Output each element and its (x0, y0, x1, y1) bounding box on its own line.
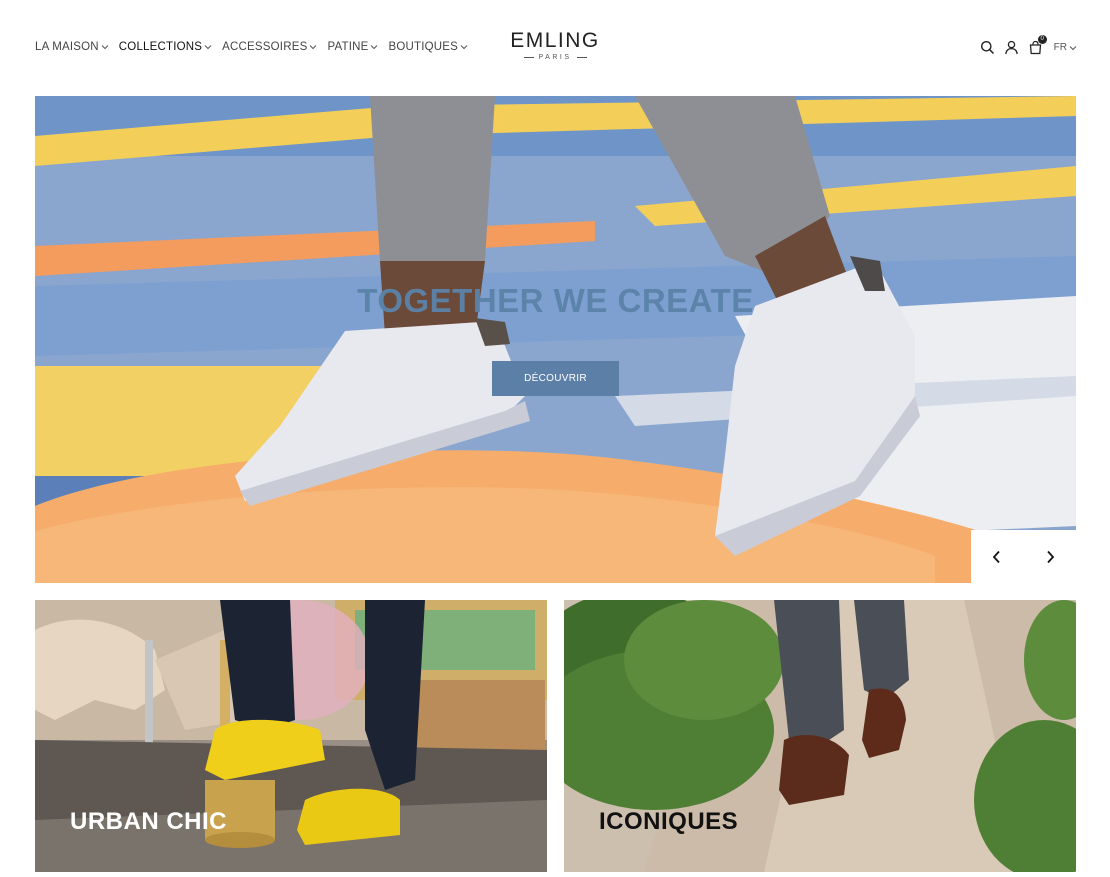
card-title-urban-chic: URBAN CHIC (70, 808, 227, 835)
site-header: LA MAISON COLLECTIONS ACCESSOIRES PATINE… (0, 0, 1110, 96)
chevron-down-icon (101, 45, 109, 50)
logo-wordmark: EMLING (510, 29, 600, 52)
collection-card-urban-chic[interactable]: URBAN CHIC (35, 600, 547, 872)
logo-sub-text: PARIS (538, 54, 572, 61)
nav-item-label: ACCESSOIRES (222, 41, 308, 53)
nav-item-patine[interactable]: PATINE (327, 41, 378, 53)
hero-title: TOGETHER WE CREATE (357, 282, 754, 319)
collection-card-iconiques[interactable]: ICONIQUES (564, 600, 1076, 872)
chevron-down-icon (371, 45, 378, 50)
nav-item-label: BOUTIQUES (388, 41, 458, 53)
chevron-right-icon[interactable] (1035, 542, 1065, 572)
chevron-down-icon (310, 45, 317, 50)
chevron-left-icon[interactable] (982, 542, 1012, 572)
hero-image (35, 96, 1076, 583)
nav-item-boutiques[interactable]: BOUTIQUES (388, 41, 468, 53)
language-label: FR (1053, 42, 1067, 53)
chevron-down-icon (460, 45, 468, 50)
chevron-down-icon (204, 45, 212, 50)
card-title-iconiques: ICONIQUES (599, 808, 739, 835)
nav-item-la-maison[interactable]: LA MAISON (35, 41, 109, 53)
nav-item-label: LA MAISON (35, 41, 99, 53)
language-selector[interactable]: FR (1054, 42, 1077, 53)
logo-subline: PARIS (505, 54, 605, 61)
slider-controls (971, 530, 1076, 583)
nav-item-label: COLLECTIONS (118, 41, 203, 53)
discover-button[interactable]: DÉCOUVRIR (492, 361, 619, 396)
brand-logo[interactable]: EMLING PARIS (505, 29, 605, 62)
nav-item-accessoires[interactable]: ACCESSOIRES (222, 41, 317, 53)
cart-count-badge: 0 (1037, 35, 1047, 44)
search-icon[interactable] (980, 40, 995, 55)
logo-dash (576, 57, 587, 58)
cart-icon[interactable]: 0 (1028, 35, 1047, 55)
main-nav: LA MAISON COLLECTIONS ACCESSOIRES PATINE… (35, 41, 468, 53)
nav-item-collections[interactable]: COLLECTIONS (119, 41, 212, 53)
nav-item-label: PATINE (327, 41, 369, 53)
chevron-down-icon (1069, 45, 1077, 50)
header-tools: 0 FR (980, 35, 1077, 55)
user-icon[interactable] (1004, 40, 1019, 55)
logo-dash (523, 57, 534, 58)
hero-slider: TOGETHER WE CREATE DÉCOUVRIR (35, 96, 1076, 583)
